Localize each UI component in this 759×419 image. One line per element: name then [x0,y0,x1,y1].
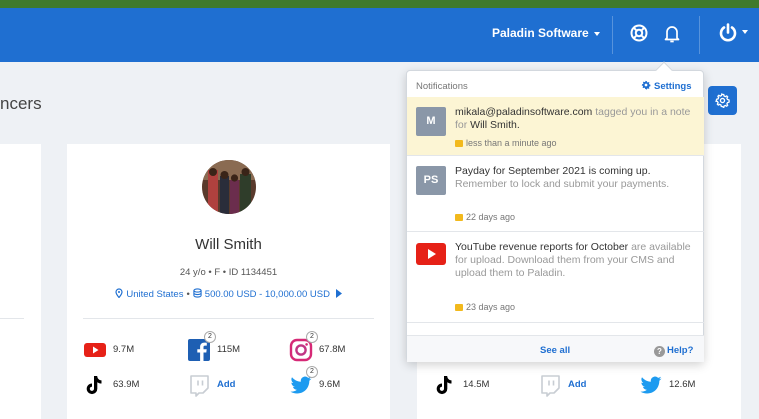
notification-settings-link[interactable]: Settings [641,80,691,92]
notifications-title: Notifications [416,81,468,92]
notification-body: Remember to lock and submit your payment… [455,178,670,190]
add-account-link[interactable]: Add [568,379,586,390]
notification-body: . [516,119,520,131]
card-divider [0,318,24,319]
count-badge: 2 [204,331,216,343]
twitch-icon [541,375,560,397]
youtube-icon [416,243,446,265]
notification-item[interactable]: M mikala@paladinsoftware.com tagged you … [407,97,704,156]
timestamp: 23 days ago [466,302,516,312]
add-account-link[interactable]: Add [217,379,235,390]
stat-value: 63.9M [113,379,140,390]
notification-text: Payday for September 2021 is coming up. … [455,165,693,191]
influencer-card[interactable]: Will Smith 24 y/o • F • ID 1134451 Unite… [67,144,390,419]
notification-item[interactable]: YouTube revenue reports for October are … [407,232,704,323]
notification-actor: mikala@paladinsoftware.com [455,106,593,118]
notification-text: YouTube revenue reports for October are … [455,241,693,280]
see-all-link[interactable]: See all [540,345,570,356]
notification-subject: Will Smith [470,119,517,131]
avatar [202,160,256,214]
help-link[interactable]: ? Help? [654,345,693,357]
help-label: Help? [667,345,694,356]
avatar: PS [416,166,446,195]
notification-text: mikala@paladinsoftware.com tagged you in… [455,106,693,132]
twitch-icon [190,375,209,397]
timestamp: 22 days ago [466,212,516,222]
stat-value: 12.6M [669,379,696,390]
account-name: Paladin Software [492,26,589,40]
gear-icon [715,93,730,108]
tiktok-icon [86,376,102,395]
influencer-card [0,144,41,419]
database-icon [193,288,202,298]
card-divider [83,318,374,319]
bell-icon[interactable] [661,22,683,44]
notifications-footer: See all ? Help? [407,335,704,362]
calendar-icon [455,214,463,221]
calendar-icon [455,304,463,311]
notification-time: less than a minute ago [455,138,557,148]
top-accent-strip [0,0,759,8]
nav-divider [699,16,700,54]
stat-value: 67.8M [319,344,346,355]
stat-value: 9.6M [319,379,341,390]
stat-value: 9.7M [113,344,135,355]
tiktok-icon [436,376,452,395]
tag-icon [455,140,463,147]
count-badge: 2 [306,331,318,343]
stat-value: 14.5M [463,379,490,390]
gear-icon [641,80,651,90]
chevron-down-icon [593,31,600,36]
youtube-icon [84,343,106,357]
question-icon: ? [654,346,665,357]
settings-button[interactable] [708,86,737,115]
influencer-name[interactable]: Will Smith [67,236,390,253]
lifebuoy-icon[interactable] [628,22,650,44]
chevron-down-icon [742,30,748,34]
influencer-details: 24 y/o • F • ID 1134451 [179,267,278,278]
page-title: ncers [0,94,42,113]
budget: 500.00 USD - 10,000.00 USD [204,289,330,300]
location: United States [126,289,184,300]
timestamp: less than a minute ago [466,138,557,148]
notification-headline: YouTube revenue reports for October [455,241,629,253]
notification-time: 23 days ago [455,302,515,312]
map-pin-icon [115,288,124,298]
notification-time: 22 days ago [455,212,515,222]
count-badge: 2 [306,366,318,378]
twitter-icon [640,376,662,394]
settings-label: Settings [654,81,692,92]
separator-dot: • [186,289,190,300]
dropdown-arrow [655,61,673,79]
account-switcher[interactable]: Paladin Software [492,26,600,40]
stat-value: 115M [217,344,241,355]
avatar: M [416,107,446,136]
power-menu[interactable] [716,21,750,45]
nav-divider [612,16,613,54]
notification-item[interactable]: PS Payday for September 2021 is coming u… [407,156,704,232]
power-icon [719,23,737,42]
notifications-dropdown: Notifications Settings M mikala@paladins… [406,61,704,362]
notification-headline: Payday for September 2021 is coming up. [455,165,651,177]
chevron-right-icon[interactable] [335,289,342,298]
location-budget-row: United States • 500.00 USD - 10,000.00 USD [67,288,390,300]
top-navbar: Paladin Software [0,8,759,62]
